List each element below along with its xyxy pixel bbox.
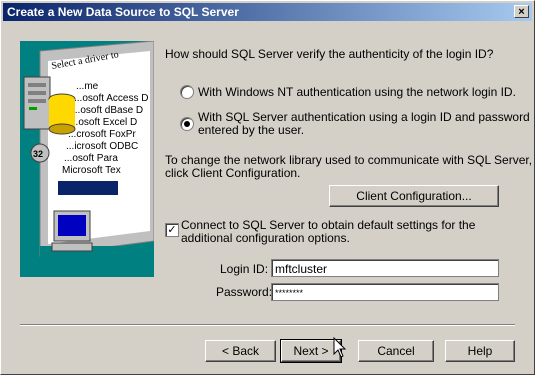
mouse-pointer-icon (333, 337, 347, 358)
radio-sql-auth-label-line2[interactable]: entered by the user. (198, 123, 304, 137)
cancel-button[interactable]: Cancel (358, 340, 434, 362)
auth-question: How should SQL Server verify the authent… (165, 47, 494, 61)
login-id-input[interactable]: mftcluster (271, 259, 499, 277)
connect-checkbox[interactable]: ✓ (165, 223, 179, 237)
dialog-window: Create a New Data Source to SQL Server ×… (0, 0, 535, 375)
driver-list-item: ...osoft Access D (74, 93, 148, 104)
close-button[interactable]: × (514, 5, 529, 18)
client-configuration-button[interactable]: Client Configuration... (329, 185, 499, 207)
radio-sql-auth-label-line1[interactable]: With SQL Server authentication using a l… (198, 110, 530, 124)
network-text-line2: click Client Configuration. (165, 166, 301, 180)
driver-list-item: ...me (76, 81, 99, 92)
login-id-label: Login ID: (220, 262, 269, 276)
connect-label-line1[interactable]: Connect to SQL Server to obtain default … (181, 218, 475, 232)
title-bar[interactable]: Create a New Data Source to SQL Server × (3, 3, 532, 21)
driver-list-item: ...osoft Excel D (70, 117, 137, 128)
footer-separator (20, 324, 515, 326)
radio-windows-auth-label[interactable]: With Windows NT authentication using the… (198, 85, 516, 99)
radio-windows-auth[interactable] (180, 85, 194, 99)
connect-label-line2[interactable]: additional configuration options. (181, 231, 350, 245)
password-input[interactable]: ******** (271, 283, 499, 301)
driver-list-item: ...icrosoft ODBC (66, 141, 138, 152)
driver-list-item: ...osoft Para (64, 153, 118, 164)
back-button[interactable]: < Back (205, 340, 276, 362)
bitness-badge: 32 (33, 149, 43, 159)
driver-list-item: ...crosoft FoxPr (68, 129, 136, 140)
next-button[interactable]: Next > (280, 339, 342, 363)
window-title: Create a New Data Source to SQL Server (7, 5, 239, 19)
password-label: Password: (216, 285, 273, 299)
network-text-line1: To change the network library used to co… (165, 153, 533, 167)
radio-sql-auth[interactable] (180, 117, 194, 131)
driver-list-item: ...osoft dBase D (72, 105, 143, 116)
wizard-illustration: Select a driver to ...me ...osoft Access … (20, 41, 154, 277)
driver-list-illustration: Select a driver to ...me...osoft Access … (23, 41, 154, 277)
help-button[interactable]: Help (445, 340, 515, 362)
driver-list-item: Microsoft Tex (62, 165, 121, 176)
